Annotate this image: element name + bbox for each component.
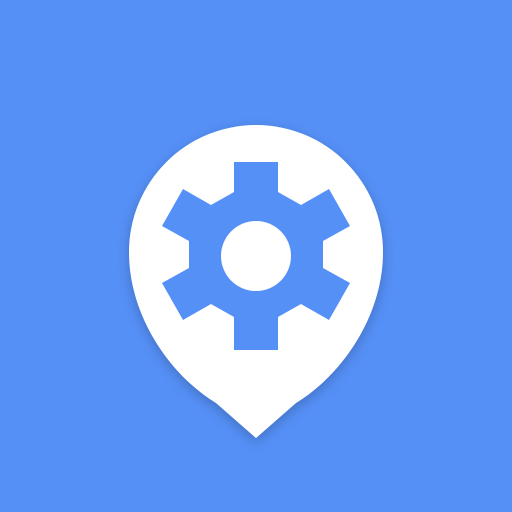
app-icon	[0, 0, 512, 512]
map-pin-settings-icon	[0, 0, 512, 512]
gear-center-hole	[221, 221, 291, 291]
